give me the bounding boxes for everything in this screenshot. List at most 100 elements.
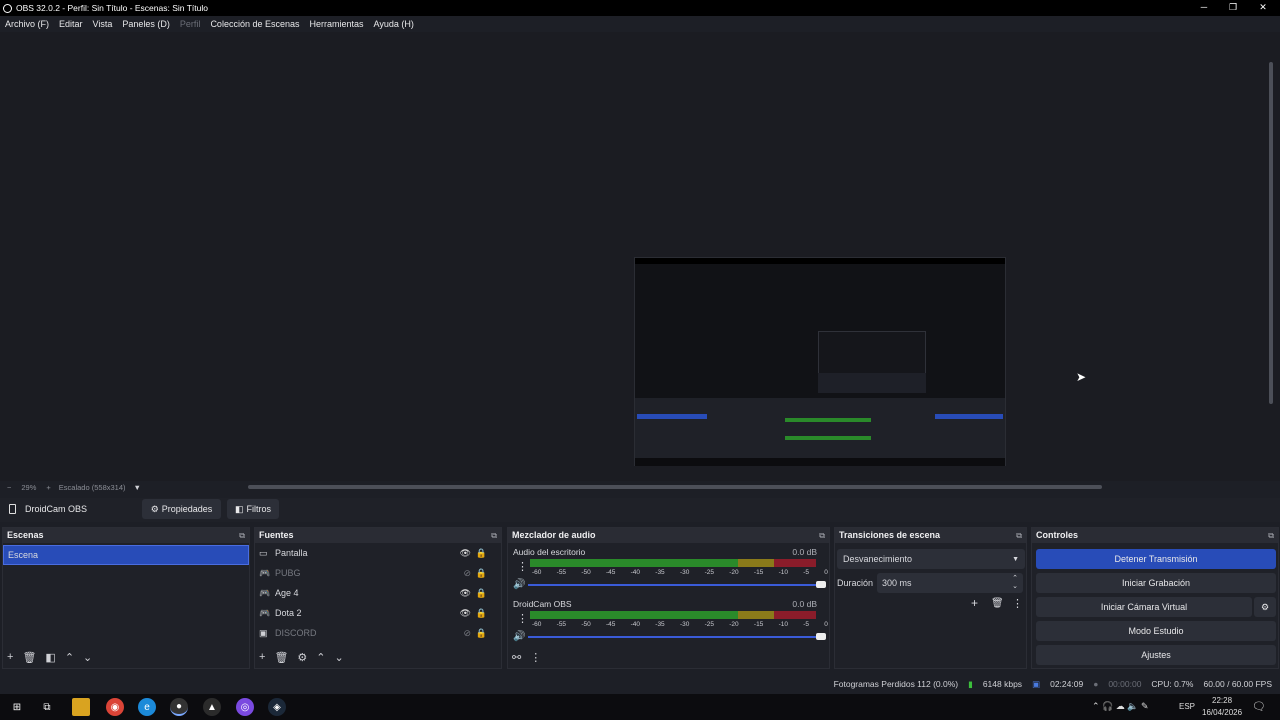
- add-icon[interactable]: +: [259, 651, 265, 664]
- start-virtual-cam-button[interactable]: Iniciar Cámara Virtual: [1036, 597, 1252, 617]
- obs-taskbar-icon[interactable]: ●: [170, 698, 188, 716]
- kebab-menu-icon[interactable]: ⋮: [1012, 597, 1023, 610]
- zoom-level: 29%: [21, 482, 37, 492]
- volume-slider[interactable]: [528, 581, 826, 588]
- gamepad-icon: 🎮: [259, 567, 271, 578]
- minimize-icon[interactable]: ─: [1189, 0, 1219, 16]
- transitions-title: Transiciones de escena: [839, 530, 941, 540]
- source-label: Age 4: [275, 588, 299, 598]
- menu-paneles[interactable]: Paneles (D): [122, 19, 170, 29]
- scene-label: Escena: [8, 550, 39, 560]
- clock-date[interactable]: 16/04/2026: [1202, 708, 1242, 717]
- undock-icon[interactable]: ⧉: [1016, 528, 1022, 543]
- menu-coleccion-escenas[interactable]: Colección de Escenas: [210, 19, 299, 29]
- menu-perfil: Perfil: [179, 19, 201, 29]
- edge-icon[interactable]: e: [138, 698, 156, 716]
- settings-button[interactable]: Ajustes: [1036, 645, 1276, 665]
- source-item-pantalla[interactable]: ▭ Pantalla 👁 🔒: [255, 543, 501, 563]
- scenes-toolbar: + 🗑 ◧ ⌃ ⌄: [7, 651, 92, 664]
- gear-icon[interactable]: ⚙: [297, 651, 307, 664]
- trash-icon[interactable]: 🗑: [22, 651, 36, 664]
- source-item-dota2[interactable]: 🎮 Dota 2 👁 🔒: [255, 603, 501, 623]
- scenes-title: Escenas: [7, 530, 44, 540]
- restore-icon[interactable]: ❐: [1218, 0, 1248, 16]
- speaker-icon[interactable]: 🔊: [513, 579, 525, 590]
- controls-dock: Controles ⧉ Detener Transmisión Iniciar G…: [1031, 527, 1279, 669]
- close-icon[interactable]: ✕: [1248, 0, 1278, 16]
- window-title: OBS 32.0.2 - Perfil: Sin Título - Escena…: [16, 3, 208, 13]
- windows-start-icon[interactable]: ⊞: [8, 698, 26, 716]
- menu-editar[interactable]: Editar: [59, 19, 83, 29]
- eye-hidden-icon[interactable]: ⊘: [463, 628, 471, 639]
- filters-button[interactable]: ◧ Filtros: [227, 499, 279, 519]
- source-item-age4[interactable]: 🎮 Age 4 👁 🔒: [255, 583, 501, 603]
- window-icon: ▣: [259, 627, 268, 638]
- app-icon[interactable]: ▲: [203, 698, 221, 716]
- studio-mode-button[interactable]: Modo Estudio: [1036, 621, 1276, 641]
- eye-icon[interactable]: 👁: [460, 588, 471, 599]
- lock-icon[interactable]: 🔒: [476, 628, 487, 639]
- file-explorer-icon[interactable]: [72, 698, 90, 716]
- link-icon[interactable]: ⚯: [512, 651, 521, 664]
- undock-icon[interactable]: ⧉: [1268, 528, 1274, 543]
- arrow-up-icon[interactable]: ⌃: [65, 651, 74, 664]
- steam-icon[interactable]: ◈: [268, 698, 286, 716]
- zoom-in-icon[interactable]: +: [46, 483, 50, 492]
- notification-icon[interactable]: 🗨: [1252, 700, 1266, 713]
- undock-icon[interactable]: ⧉: [491, 528, 497, 543]
- task-view-icon[interactable]: ⧉: [38, 698, 56, 716]
- add-icon[interactable]: +: [7, 651, 13, 664]
- source-item-discord[interactable]: ▣ DISCORD ⊘ 🔒: [255, 623, 501, 643]
- source-item-pubg[interactable]: 🎮 PUBG ⊘ 🔒: [255, 563, 501, 583]
- stop-stream-button[interactable]: Detener Transmisión: [1036, 549, 1276, 569]
- speaker-icon[interactable]: 🔊: [513, 631, 525, 642]
- language-indicator[interactable]: ESP: [1179, 702, 1195, 711]
- meter-ticks: -60 -55 -50 -45 -40 -35 -30 -25 -20 -15 -10 -5 0: [532, 569, 828, 576]
- preview-horizontal-scrollbar[interactable]: [248, 485, 1102, 489]
- eye-icon[interactable]: 👁: [460, 548, 471, 559]
- trash-icon[interactable]: 🗑: [991, 598, 1004, 609]
- menu-ayuda[interactable]: Ayuda (H): [374, 19, 414, 29]
- stepper-arrows-icon[interactable]: ⌃ ⌄: [1012, 575, 1018, 591]
- messenger-icon[interactable]: ◎: [236, 698, 254, 716]
- monitor-icon: ▭: [259, 547, 268, 558]
- menu-herramientas[interactable]: Herramientas: [310, 19, 364, 29]
- eye-hidden-icon[interactable]: ⊘: [463, 568, 471, 579]
- menu-vista[interactable]: Vista: [93, 19, 113, 29]
- transition-select[interactable]: Desvanecimiento ▼: [837, 549, 1025, 569]
- undock-icon[interactable]: ⧉: [239, 528, 245, 543]
- arrow-up-icon[interactable]: ⌃: [316, 651, 325, 664]
- source-label: PUBG: [275, 568, 301, 578]
- kebab-menu-icon[interactable]: ⋮: [517, 612, 528, 625]
- volume-slider[interactable]: [528, 633, 826, 640]
- arrow-down-icon[interactable]: ⌄: [83, 651, 92, 664]
- lock-icon[interactable]: 🔒: [476, 568, 487, 579]
- scene-item-escena[interactable]: Escena: [3, 545, 249, 565]
- eye-icon[interactable]: 👁: [460, 608, 471, 619]
- trash-icon[interactable]: 🗑: [274, 651, 288, 664]
- scaling-dropdown-icon[interactable]: ▼: [134, 483, 141, 492]
- zoom-out-icon[interactable]: −: [7, 483, 11, 492]
- mixer-header: Mezclador de audio ⧉: [508, 528, 829, 543]
- tray-icons[interactable]: ⌃ 🎧 ☁ 🔈 ✎: [1092, 701, 1149, 712]
- menu-archivo[interactable]: Archivo (F): [5, 19, 49, 29]
- kebab-menu-icon[interactable]: ⋮: [517, 560, 528, 573]
- add-icon[interactable]: +: [971, 596, 978, 610]
- filter-icon[interactable]: ◧: [45, 651, 55, 664]
- meter-ticks: -60 -55 -50 -45 -40 -35 -30 -25 -20 -15 -10 -5 0: [532, 621, 828, 628]
- preview-vertical-scrollbar[interactable]: [1269, 62, 1273, 404]
- start-recording-button[interactable]: Iniciar Grabación: [1036, 573, 1276, 593]
- arrow-down-icon[interactable]: ⌄: [335, 651, 344, 664]
- clock-time[interactable]: 22:28: [1212, 696, 1232, 705]
- kebab-menu-icon[interactable]: ⋮: [530, 651, 541, 664]
- preview-canvas[interactable]: [634, 257, 1006, 466]
- chrome-icon[interactable]: ◉: [106, 698, 124, 716]
- lock-icon[interactable]: 🔒: [476, 608, 487, 619]
- duration-stepper[interactable]: 300 ms ⌃ ⌄: [877, 573, 1023, 593]
- lock-icon[interactable]: 🔒: [476, 548, 487, 559]
- undock-icon[interactable]: ⧉: [819, 528, 825, 543]
- channel-name: DroidCam OBS: [513, 599, 572, 609]
- lock-icon[interactable]: 🔒: [476, 588, 487, 599]
- virtual-cam-settings-button[interactable]: ⚙: [1254, 597, 1276, 617]
- properties-button[interactable]: ⚙ Propiedades: [142, 499, 221, 519]
